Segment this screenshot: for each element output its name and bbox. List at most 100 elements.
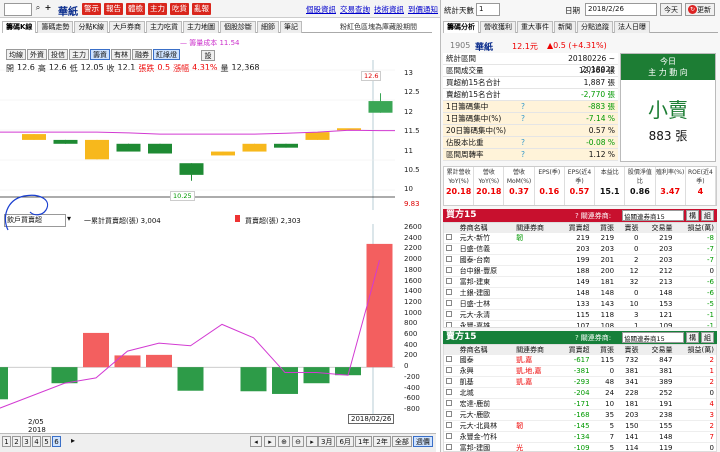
checkbox[interactable] xyxy=(446,433,452,439)
period-btn-0[interactable]: 3月 xyxy=(318,436,336,447)
right-tab-4[interactable]: 分點追蹤 xyxy=(577,21,613,33)
right-tab-5[interactable]: 法人日曝 xyxy=(614,21,650,33)
indicator-btn-5[interactable]: 有林 xyxy=(111,49,131,60)
right-tab-3[interactable]: 新聞 xyxy=(554,21,576,33)
table-row[interactable]: 國泰 凱,嘉 -617 115 732 847 2 xyxy=(444,355,716,366)
help-icon[interactable]: ? xyxy=(521,101,535,112)
table-row[interactable]: 永豐金-竹科 -134 7 141 148 7 xyxy=(444,432,716,443)
help-icon[interactable] xyxy=(521,53,535,64)
row-checkbox-cell[interactable] xyxy=(444,421,458,432)
add-icon[interactable]: + xyxy=(44,3,52,16)
table-row[interactable]: 凱基 凱,嘉 -293 48 341 389 2 xyxy=(444,377,716,388)
indicator-btn-4[interactable]: 籌資 xyxy=(90,49,110,60)
checkbox[interactable] xyxy=(446,234,452,240)
checkbox[interactable] xyxy=(446,278,452,284)
toolbar-btn-3[interactable]: 主力 xyxy=(148,3,167,15)
table-row[interactable]: 國泰-台南 199 201 2 203 -7 xyxy=(444,255,716,266)
row-checkbox-cell[interactable] xyxy=(444,355,458,366)
page-btn-4[interactable]: 5 xyxy=(42,436,51,447)
left-tab-3[interactable]: 大戶券商 xyxy=(109,21,146,33)
row-checkbox-cell[interactable] xyxy=(444,255,458,266)
left-tab-0[interactable]: 籌碼K線 xyxy=(2,21,37,33)
search-icon[interactable]: ⌕ xyxy=(33,3,43,16)
help-icon[interactable]: ? xyxy=(521,137,535,148)
buy-link-select[interactable]: 協關連券商15 xyxy=(622,210,684,221)
row-checkbox-cell[interactable] xyxy=(444,366,458,377)
table-row[interactable]: 土銀-建國 148 148 0 148 -6 xyxy=(444,288,716,299)
right-tab-2[interactable]: 重大事件 xyxy=(517,21,553,33)
sell-build-button[interactable]: 構 xyxy=(686,332,699,343)
checkbox[interactable] xyxy=(446,367,452,373)
zoom-in-icon[interactable]: ⊕ xyxy=(278,436,290,447)
scroll-left-icon[interactable]: ◂ xyxy=(250,436,262,447)
help-icon[interactable] xyxy=(521,77,535,88)
scroll-right-icon[interactable]: ▸ xyxy=(264,436,276,447)
sell-group-button[interactable]: 組 xyxy=(701,332,714,343)
row-checkbox-cell[interactable] xyxy=(444,432,458,443)
row-checkbox-cell[interactable] xyxy=(444,399,458,410)
period-btn-5[interactable]: 週價 xyxy=(412,436,433,447)
stock-code-combo[interactable] xyxy=(4,3,32,16)
row-checkbox-cell[interactable] xyxy=(444,288,458,299)
checkbox[interactable] xyxy=(446,356,452,362)
row-checkbox-cell[interactable] xyxy=(444,410,458,421)
row-checkbox-cell[interactable] xyxy=(444,299,458,310)
checkbox[interactable] xyxy=(446,322,452,327)
row-checkbox-cell[interactable] xyxy=(444,244,458,255)
left-tab-6[interactable]: 個股診斷 xyxy=(220,21,257,33)
page-chevron-icon[interactable]: ▸ xyxy=(71,436,75,445)
checkbox[interactable] xyxy=(446,422,452,428)
checkbox[interactable] xyxy=(446,311,452,317)
table-row[interactable]: 元大-北員林 韌 -145 5 150 155 2 xyxy=(444,421,716,432)
page-btn-1[interactable]: 2 xyxy=(12,436,21,447)
table-row[interactable]: 富邦-建國 光 -109 5 114 119 0 xyxy=(444,443,716,451)
checkbox[interactable] xyxy=(446,378,452,384)
table-row[interactable]: 元大-永清 115 118 3 121 -1 xyxy=(444,310,716,321)
indicator-btn-0[interactable]: 均線 xyxy=(6,49,26,60)
row-checkbox-cell[interactable] xyxy=(444,321,458,327)
row-checkbox-cell[interactable] xyxy=(444,388,458,399)
checkbox[interactable] xyxy=(446,256,452,262)
row-checkbox-cell[interactable] xyxy=(444,377,458,388)
refresh-button[interactable]: ↻ 更新 xyxy=(685,3,715,16)
table-row[interactable]: 元大-鹿歐 -168 35 203 238 3 xyxy=(444,410,716,421)
help-icon[interactable]: ? xyxy=(521,113,535,124)
page-btn-0[interactable]: 1 xyxy=(2,436,11,447)
sell-link-select[interactable]: 協關連券商15 xyxy=(622,332,684,343)
row-checkbox-cell[interactable] xyxy=(444,277,458,288)
checkbox[interactable] xyxy=(446,389,452,395)
page-btn-5[interactable]: 6 xyxy=(52,436,61,447)
period-btn-3[interactable]: 2年 xyxy=(373,436,391,447)
table-row[interactable]: 台中銀-豐原 188 200 12 212 0 xyxy=(444,266,716,277)
toolbar-btn-0[interactable]: 警示 xyxy=(82,3,101,15)
zoom-out-icon[interactable]: ⊖ xyxy=(292,436,304,447)
table-row[interactable]: 富邦-建東 149 181 32 213 -6 xyxy=(444,277,716,288)
price-chart[interactable] xyxy=(0,60,432,210)
indicator-btn-1[interactable]: 外資 xyxy=(27,49,47,60)
toolbar-btn-5[interactable]: 亂報 xyxy=(192,3,211,15)
indicator-btn-6[interactable]: 融券 xyxy=(132,49,152,60)
right-tab-1[interactable]: 營收獲利 xyxy=(480,21,516,33)
checkbox[interactable] xyxy=(446,411,452,417)
toolbar-link-3[interactable]: 到價通知 xyxy=(408,4,438,15)
stat-days-select[interactable]: 1 xyxy=(476,3,500,16)
scroll-end-icon[interactable]: ▸ xyxy=(306,436,318,447)
checkbox[interactable] xyxy=(446,300,452,306)
buy-build-button[interactable]: 構 xyxy=(686,210,699,221)
help-icon[interactable] xyxy=(521,65,535,76)
table-row[interactable]: 宏達-鹿前 -171 10 181 191 4 xyxy=(444,399,716,410)
toolbar-btn-4[interactable]: 吃貨 xyxy=(170,3,189,15)
toolbar-btn-1[interactable]: 報告 xyxy=(104,3,123,15)
volume-chart[interactable] xyxy=(0,224,432,414)
checkbox[interactable] xyxy=(446,245,452,251)
period-btn-4[interactable]: 全部 xyxy=(391,436,412,447)
table-row[interactable]: 北城 -204 24 228 252 0 xyxy=(444,388,716,399)
row-checkbox-cell[interactable] xyxy=(444,233,458,244)
indicator-btn-2[interactable]: 投信 xyxy=(48,49,68,60)
help-icon[interactable] xyxy=(521,89,535,100)
checkbox[interactable] xyxy=(446,444,452,450)
today-button[interactable]: 今天 xyxy=(660,3,682,16)
row-checkbox-cell[interactable] xyxy=(444,266,458,277)
table-row[interactable]: 日盛-信義 203 203 0 203 -7 xyxy=(444,244,716,255)
checkbox[interactable] xyxy=(446,400,452,406)
